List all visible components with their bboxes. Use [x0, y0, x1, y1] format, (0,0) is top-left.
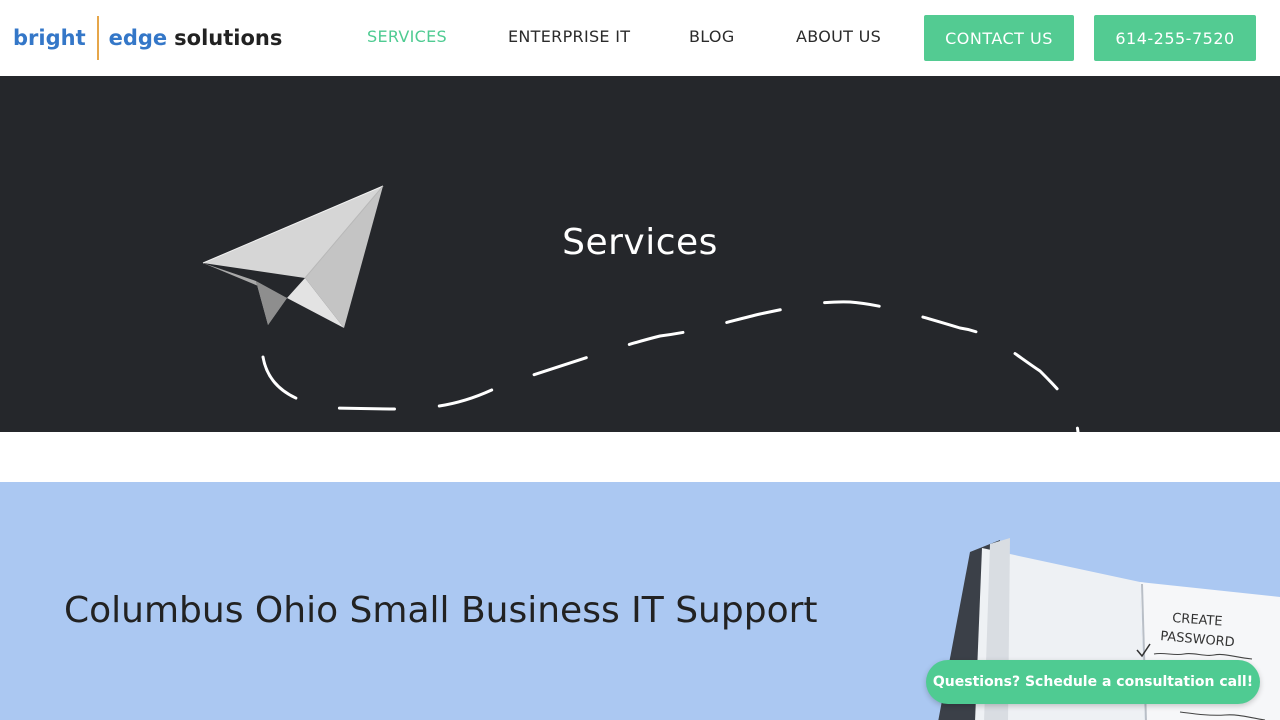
nav-about-us[interactable]: ABOUT US — [796, 27, 881, 46]
nav-services[interactable]: SERVICES — [367, 27, 447, 46]
logo-text-solutions: solutions — [174, 26, 283, 50]
phone-button[interactable]: 614-255-7520 — [1094, 15, 1256, 61]
consultation-chat-button[interactable]: Questions? Schedule a consultation call! — [926, 660, 1260, 704]
nav-blog[interactable]: BLOG — [689, 27, 735, 46]
nav-enterprise-it[interactable]: ENTERPRISE IT — [508, 27, 630, 46]
flight-path — [261, 300, 1080, 432]
site-header: bright edge solutions SERVICES ENTERPRIS… — [0, 0, 1280, 76]
logo-divider — [96, 16, 99, 60]
page-title: Services — [562, 222, 718, 263]
logo-text-edge: edge — [108, 26, 168, 50]
brand-logo[interactable]: bright edge solutions — [13, 16, 282, 60]
section-heading: Columbus Ohio Small Business IT Support — [64, 590, 818, 631]
hero-banner: Services — [0, 76, 1280, 432]
logo-text-bright: bright — [13, 26, 86, 50]
contact-us-button[interactable]: CONTACT US — [924, 15, 1074, 61]
